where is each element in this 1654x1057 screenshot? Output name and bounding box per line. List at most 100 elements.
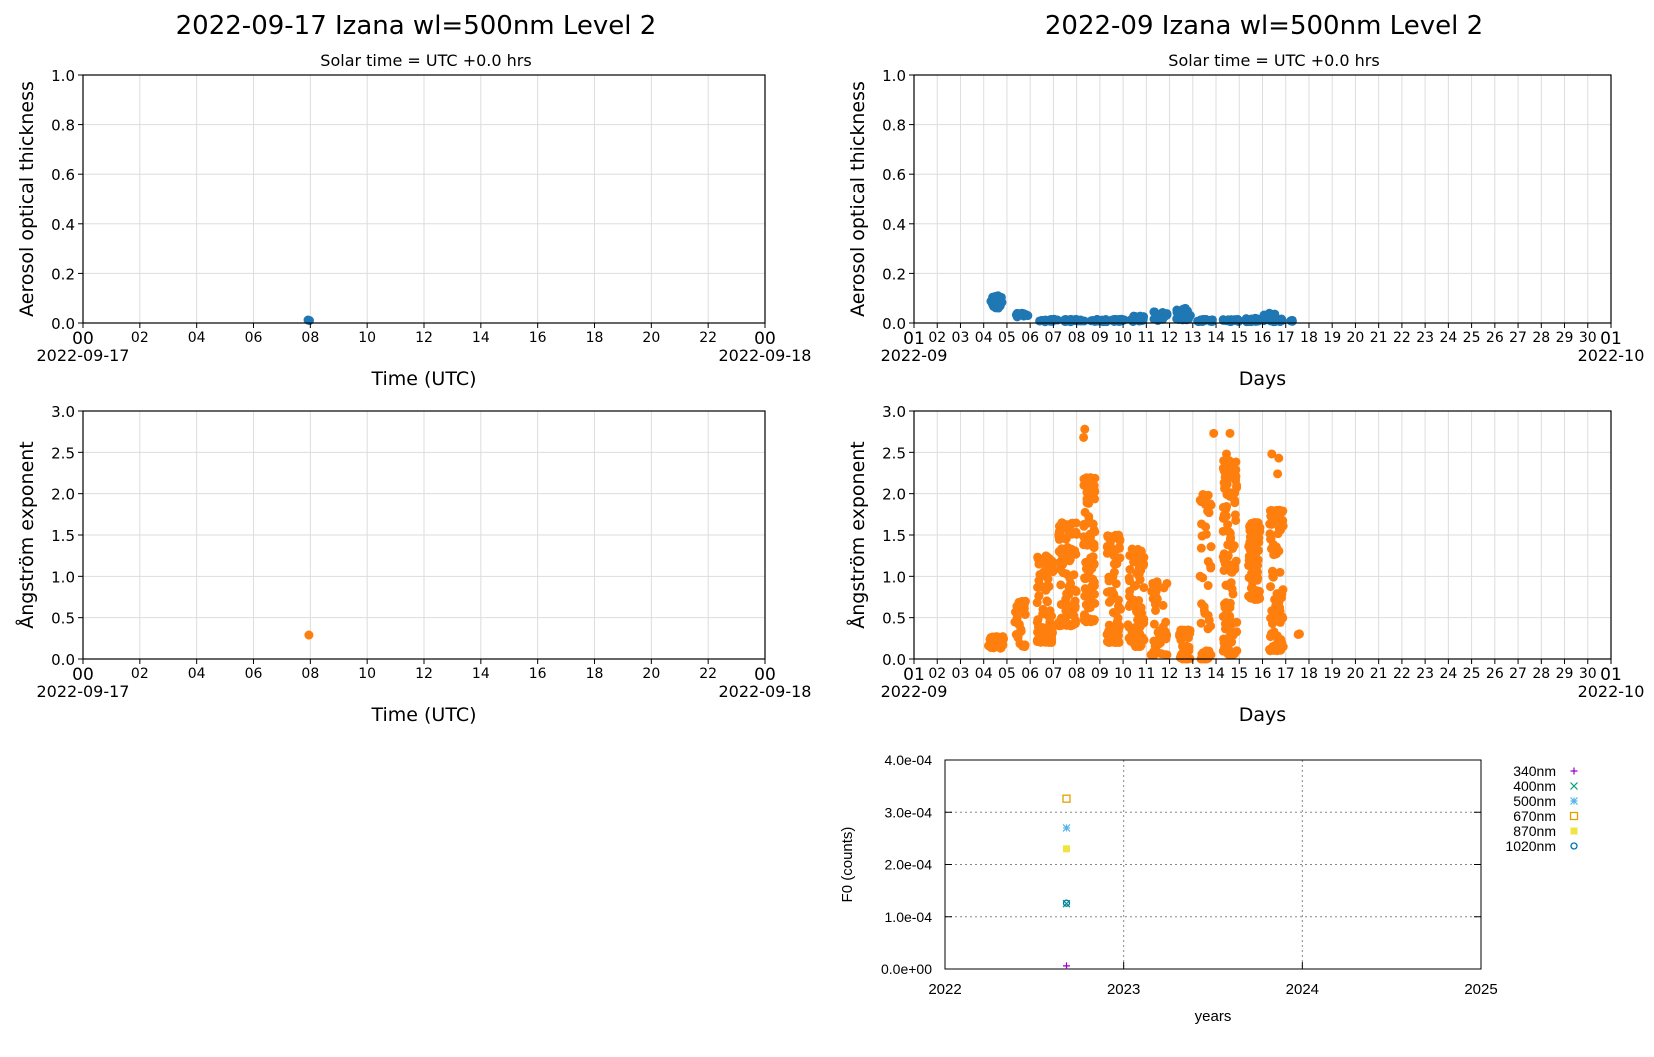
data-point	[1203, 490, 1213, 500]
data-point	[1086, 617, 1096, 627]
x-tick-label: 18	[1300, 330, 1318, 346]
x-tick-label: 27	[1509, 330, 1527, 346]
x-tick-label: 30	[1579, 330, 1597, 346]
legend-label: 1020nm	[1505, 838, 1556, 854]
x-tick-label: 15	[1230, 666, 1248, 682]
daily-angstrom-panel: 0.00.51.01.52.02.53.000 02 04 06 08 10 12 14 16 1…	[15, 403, 811, 726]
data-point	[1116, 604, 1126, 614]
data-points	[986, 291, 1297, 327]
data-point	[1064, 590, 1074, 600]
data-point	[1104, 586, 1114, 596]
x-tick-label: 02	[928, 666, 946, 682]
x-tick-label: 02	[928, 330, 946, 346]
data-point	[1223, 551, 1233, 561]
data-point	[984, 641, 994, 651]
data-point	[1071, 527, 1081, 537]
x-tick-label: 12	[415, 330, 433, 346]
data-point	[1109, 316, 1119, 326]
data-point	[1204, 615, 1214, 625]
left-solar-time-subtitle: Solar time = UTC +0.0 hrs	[320, 51, 531, 70]
legend-label: 870nm	[1513, 823, 1556, 839]
x-tick-label: 10	[1114, 666, 1132, 682]
x-tick-label: 20	[642, 330, 660, 346]
data-point	[1274, 453, 1284, 463]
data-point	[1184, 646, 1194, 656]
data-point	[1294, 629, 1304, 639]
data-point	[1201, 529, 1211, 539]
x-tick-label: 16	[1254, 330, 1272, 346]
data-point	[1062, 794, 1071, 803]
monthly-aod-panel: 0.00.20.40.60.81.001 02 03 04 05 06 07 08 09 10 11…	[847, 67, 1644, 390]
y-tick-label: 3.0	[882, 403, 906, 421]
data-point	[1151, 605, 1161, 615]
y-tick-label: 2.0e-04	[885, 857, 933, 873]
data-point	[1196, 497, 1206, 507]
data-point	[1232, 646, 1242, 656]
x-start-date-label: 2022-09-17	[37, 682, 130, 701]
data-point	[1232, 617, 1242, 627]
data-point	[1264, 314, 1274, 324]
data-point	[1135, 313, 1145, 323]
y-tick-label: 2.0	[51, 486, 75, 504]
data-point	[1062, 845, 1070, 853]
data-point	[1228, 559, 1238, 569]
x-tick-label: 08	[1068, 666, 1086, 682]
data-point	[1227, 567, 1237, 577]
x-end-date-label: 2022-10	[1578, 682, 1645, 701]
y-tick-label: 0.6	[51, 166, 75, 184]
data-point	[1247, 535, 1257, 545]
data-point	[1014, 309, 1024, 319]
data-point	[1162, 578, 1172, 588]
x-tick-label: 20	[642, 666, 660, 682]
data-point	[1020, 609, 1030, 619]
data-point	[1231, 515, 1241, 525]
x-tick-label: 13	[1184, 330, 1202, 346]
data-point	[1274, 546, 1284, 556]
x-tick-label: 14	[1207, 666, 1225, 682]
data-point	[1203, 581, 1213, 591]
data-point	[1054, 546, 1064, 556]
data-point	[1278, 585, 1288, 595]
x-tick-label: 09	[1091, 330, 1109, 346]
data-point	[1113, 595, 1123, 605]
right-figure-title: 2022-09 Izana wl=500nm Level 2	[1045, 11, 1483, 41]
data-point	[1223, 520, 1233, 530]
data-point	[1055, 621, 1065, 631]
x-tick-label: 04	[188, 666, 206, 682]
x-tick-label: 04	[975, 666, 993, 682]
data-point	[1115, 536, 1125, 546]
data-point	[1070, 619, 1080, 629]
data-point	[1278, 506, 1288, 516]
data-point	[1179, 625, 1189, 635]
data-point	[1244, 551, 1254, 561]
data-point	[1161, 650, 1171, 660]
data-point	[1132, 568, 1142, 578]
data-point	[1209, 428, 1219, 438]
data-point	[1267, 519, 1277, 529]
data-point	[1132, 607, 1142, 617]
x-tick-label: 02	[131, 330, 149, 346]
data-point	[1268, 572, 1278, 582]
data-point	[1206, 561, 1216, 571]
data-point	[1244, 561, 1254, 571]
data-point	[1067, 544, 1077, 554]
data-point	[1062, 962, 1070, 970]
data-point	[1219, 643, 1229, 653]
data-point	[1011, 617, 1021, 627]
x-tick-label: 28	[1532, 330, 1550, 346]
x-tick-label: 28	[1532, 666, 1550, 682]
legend-marker	[1570, 767, 1578, 775]
x-start-date-label: 2022-09	[881, 682, 948, 701]
data-point	[1034, 591, 1044, 601]
figure-canvas: 2022-09-17 Izana wl=500nm Level 2 2022-0…	[15, 11, 1645, 1025]
data-point	[1246, 314, 1256, 324]
data-point	[1089, 485, 1099, 495]
data-point	[1129, 547, 1139, 557]
y-tick-label: 0.6	[882, 166, 906, 184]
data-point	[1196, 543, 1206, 553]
data-point	[1133, 626, 1143, 636]
x-tick-label: 2022	[928, 981, 961, 998]
x-tick-label: 11	[1137, 666, 1155, 682]
x-tick-label: 2023	[1107, 981, 1140, 998]
x-tick-label: 12	[1161, 666, 1179, 682]
